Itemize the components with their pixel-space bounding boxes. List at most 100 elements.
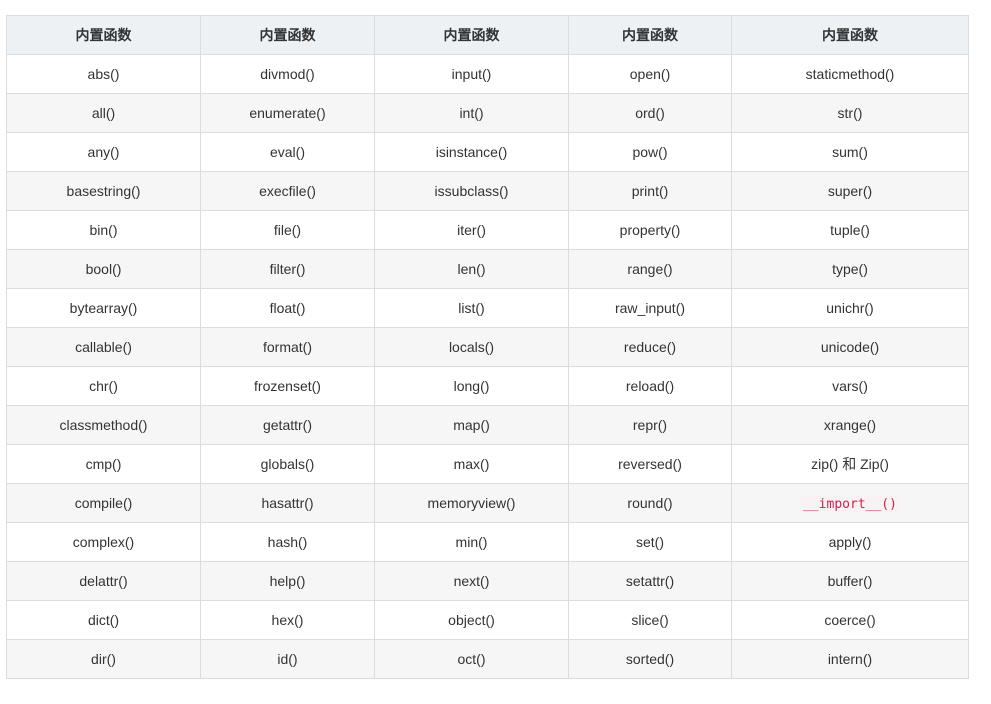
table-cell: repr() [568,405,732,445]
table-row: cmp() globals() max() reversed() zip() 和 Zip… [6,444,969,484]
table-cell: setattr() [568,561,732,601]
table-cell: bytearray() [6,288,201,328]
table-row: any() eval() isinstance() pow() sum() [6,132,969,172]
table-cell: min() [374,522,569,562]
table-cell: print() [568,171,732,211]
table-cell: globals() [200,444,375,484]
table-cell: property() [568,210,732,250]
table-cell: dict() [6,600,201,640]
table-cell: classmethod() [6,405,201,445]
table-cell: eval() [200,132,375,172]
table-cell: float() [200,288,375,328]
table-cell: filter() [200,249,375,289]
column-header: 内置函数 [568,15,732,55]
table-cell: bool() [6,249,201,289]
table-row: bool() filter() len() range() type() [6,249,969,289]
table-cell: hasattr() [200,483,375,523]
table-cell: ord() [568,93,732,133]
table-cell: unichr() [731,288,969,328]
table-cell: divmod() [200,54,375,94]
table-cell: iter() [374,210,569,250]
table-cell: oct() [374,639,569,679]
table-body: abs() divmod() input() open() staticmethod()… [6,54,969,679]
table-cell: abs() [6,54,201,94]
table-cell: help() [200,561,375,601]
table-cell: int() [374,93,569,133]
builtin-functions-table-container: 内置函数 内置函数 内置函数 内置函数 内置函数 abs() divmod() in… [6,15,969,679]
column-header: 内置函数 [731,15,969,55]
table-cell: isinstance() [374,132,569,172]
table-cell: dir() [6,639,201,679]
table-cell: coerce() [731,600,969,640]
table-cell: frozenset() [200,366,375,406]
table-row: compile() hasattr() memoryview() round() __i… [6,483,969,523]
table-cell: long() [374,366,569,406]
builtin-functions-table: 内置函数 内置函数 内置函数 内置函数 内置函数 abs() divmod() in… [6,15,969,679]
table-cell: type() [731,249,969,289]
table-cell: enumerate() [200,93,375,133]
table-cell: sorted() [568,639,732,679]
table-cell: slice() [568,600,732,640]
table-cell: input() [374,54,569,94]
column-header: 内置函数 [200,15,375,55]
table-cell: xrange() [731,405,969,445]
table-cell: getattr() [200,405,375,445]
table-cell: reduce() [568,327,732,367]
table-row: abs() divmod() input() open() staticmethod() [6,54,969,94]
table-row: all() enumerate() int() ord() str() [6,93,969,133]
table-cell: complex() [6,522,201,562]
table-cell: any() [6,132,201,172]
table-row: delattr() help() next() setattr() buffer() [6,561,969,601]
table-cell: sum() [731,132,969,172]
table-cell: issubclass() [374,171,569,211]
table-cell: open() [568,54,732,94]
table-cell: memoryview() [374,483,569,523]
table-cell: format() [200,327,375,367]
table-cell: intern() [731,639,969,679]
column-header: 内置函数 [6,15,201,55]
table-cell: all() [6,93,201,133]
table-cell: buffer() [731,561,969,601]
table-header-row: 内置函数 内置函数 内置函数 内置函数 内置函数 [6,15,969,55]
table-cell: execfile() [200,171,375,211]
table-cell: vars() [731,366,969,406]
table-cell: basestring() [6,171,201,211]
table-cell: len() [374,249,569,289]
table-cell: range() [568,249,732,289]
table-row: basestring() execfile() issubclass() print(… [6,171,969,211]
table-cell: hex() [200,600,375,640]
table-cell: file() [200,210,375,250]
table-cell: map() [374,405,569,445]
table-cell: locals() [374,327,569,367]
column-header: 内置函数 [374,15,569,55]
table-cell: hash() [200,522,375,562]
table-row: complex() hash() min() set() apply() [6,522,969,562]
table-cell: set() [568,522,732,562]
table-cell: apply() [731,522,969,562]
table-cell: raw_input() [568,288,732,328]
table-cell: callable() [6,327,201,367]
table-cell: delattr() [6,561,201,601]
table-cell: unicode() [731,327,969,367]
table-cell: round() [568,483,732,523]
table-cell: bin() [6,210,201,250]
table-row: bytearray() float() list() raw_input() unich… [6,288,969,328]
table-row: classmethod() getattr() map() repr() xrange(… [6,405,969,445]
table-row: dir() id() oct() sorted() intern() [6,639,969,679]
table-row: chr() frozenset() long() reload() vars() [6,366,969,406]
table-cell: staticmethod() [731,54,969,94]
table-cell: __import__() [731,483,969,523]
inline-code: __import__() [800,495,900,513]
table-cell: super() [731,171,969,211]
table-cell: list() [374,288,569,328]
table-cell: str() [731,93,969,133]
table-cell: object() [374,600,569,640]
table-cell: pow() [568,132,732,172]
table-cell: zip() 和 Zip() [731,444,969,484]
table-cell: id() [200,639,375,679]
table-cell: reversed() [568,444,732,484]
table-row: callable() format() locals() reduce() unicod… [6,327,969,367]
table-cell: chr() [6,366,201,406]
table-cell: next() [374,561,569,601]
table-cell: reload() [568,366,732,406]
